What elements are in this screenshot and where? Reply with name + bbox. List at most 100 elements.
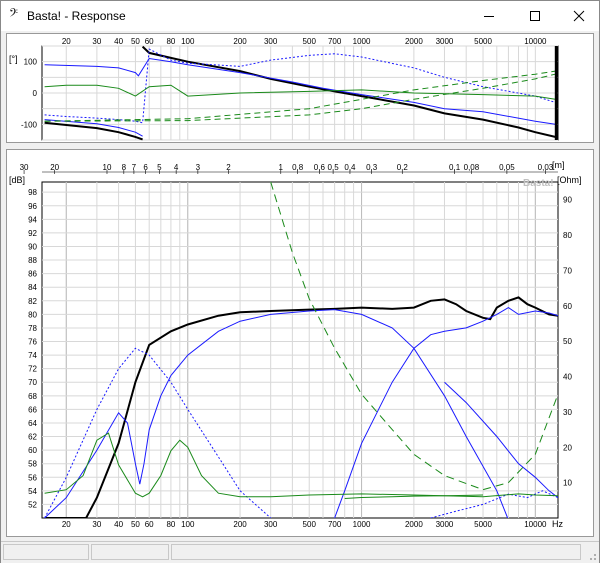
wavelength-tick: 20: [50, 163, 59, 172]
wavelength-tick: 4: [174, 163, 179, 172]
minimize-icon: [484, 16, 494, 17]
db-tick: 92: [28, 229, 37, 238]
db-tick: 96: [28, 202, 37, 211]
freq-tick: 5000: [474, 520, 492, 529]
wavelength-tick: 0,08: [464, 163, 480, 172]
phase-freq-tick: 40: [114, 37, 123, 46]
wavelength-tick: 0,4: [344, 163, 356, 172]
freq-tick: 300: [264, 520, 278, 529]
title-bar[interactable]: 𝄢 Basta! - Response: [1, 1, 599, 31]
ohm-tick: 50: [563, 337, 572, 346]
phase-freq-tick: 3000: [436, 37, 454, 46]
freq-tick: 30: [92, 520, 101, 529]
phase-freq-tick: 5000: [474, 37, 492, 46]
phase-y-tick: 100: [24, 58, 38, 67]
phase-freq-tick: 500: [303, 37, 317, 46]
db-tick: 52: [28, 500, 37, 509]
db-tick: 84: [28, 283, 37, 292]
freq-tick: 500: [303, 520, 317, 529]
db-unit-label: [dB]: [9, 175, 25, 185]
phase-freq-tick: 700: [328, 37, 342, 46]
response-plot-frame: [41, 181, 559, 519]
wavelength-tick: 2: [226, 163, 231, 172]
freq-tick: 700: [328, 520, 342, 529]
ohm-tick: 20: [563, 443, 572, 452]
status-pane-1: [3, 544, 89, 560]
db-tick: 78: [28, 324, 37, 333]
phase-freq-tick: 20: [62, 37, 71, 46]
phase-freq-tick: 10000: [524, 37, 547, 46]
db-tick: 86: [28, 270, 37, 279]
response-plot-panel[interactable]: 98 96 94 92 90 88 86 84 82 80 78 76 74 72 70 68 66 64 62 60…: [6, 149, 594, 537]
phase-freq-tick: 50: [131, 37, 140, 46]
phase-freq-tick: 100: [181, 37, 195, 46]
ohm-tick: 70: [563, 266, 572, 275]
phase-unit-label: [°]: [9, 54, 18, 64]
maximize-button[interactable]: [513, 1, 557, 31]
close-icon: [573, 10, 585, 22]
wavelength-tick: 7: [132, 163, 137, 172]
wavelength-tick: 6: [143, 163, 148, 172]
db-tick: 62: [28, 433, 37, 442]
meter-unit-label: [m]: [552, 160, 565, 170]
ohm-tick: 40: [563, 373, 572, 382]
db-tick: 66: [28, 405, 37, 414]
wavelength-tick: 0,3: [366, 163, 378, 172]
db-tick: 72: [28, 365, 37, 374]
wavelength-tick: 8: [122, 163, 127, 172]
status-pane-2: [91, 544, 169, 560]
wavelength-tick: 0,05: [499, 163, 515, 172]
wavelength-tick: 3: [196, 163, 201, 172]
wavelength-tick: 0,6: [314, 163, 326, 172]
phase-freq-tick: 80: [166, 37, 175, 46]
status-bar: [1, 541, 599, 563]
db-tick: 82: [28, 297, 37, 306]
freq-tick: 10000: [524, 520, 547, 529]
phase-y-tick: -100: [21, 120, 38, 129]
freq-tick: 1000: [353, 520, 371, 529]
response-chart[interactable]: 9896949290888684828078767472706866646260…: [7, 150, 593, 536]
phase-plot-panel[interactable]: 20 30 40 50 60 80 100 200 300 500 700 1000 2000 3000 5…: [6, 33, 594, 143]
freq-tick: 100: [181, 520, 195, 529]
wavelength-tick: 0,2: [397, 163, 409, 172]
freq-tick: 60: [145, 520, 154, 529]
wavelength-tick: 0,5: [328, 163, 340, 172]
db-tick: 74: [28, 351, 37, 360]
db-tick: 56: [28, 473, 37, 482]
phase-chart[interactable]: 20 30 40 50 60 80 100 200 300 500 700 1000 2000 3000 5…: [7, 34, 593, 142]
phase-freq-tick: 60: [145, 37, 154, 46]
db-tick: 60: [28, 446, 37, 455]
db-tick: 94: [28, 215, 37, 224]
ohm-tick: 90: [563, 196, 572, 205]
db-tick: 54: [28, 487, 37, 496]
freq-tick: 50: [131, 520, 140, 529]
wavelength-tick: 5: [157, 163, 162, 172]
phase-freq-tick: 1000: [353, 37, 371, 46]
ohm-tick: 30: [563, 408, 572, 417]
close-button[interactable]: [557, 1, 600, 31]
minimize-button[interactable]: [467, 1, 511, 31]
wavelength-tick: 0,8: [292, 163, 304, 172]
freq-tick: 80: [166, 520, 175, 529]
db-tick: 80: [28, 310, 37, 319]
db-tick: 76: [28, 338, 37, 347]
ohm-tick: 60: [563, 302, 572, 311]
app-icon: 𝄢: [9, 7, 19, 23]
ohm-tick: 10: [563, 479, 572, 488]
wavelength-tick: 0,1: [449, 163, 461, 172]
resize-grip-icon[interactable]: [587, 551, 597, 561]
response-window: 𝄢 Basta! - Response 20 30 40 50 60 80 100 200 30…: [0, 0, 600, 563]
status-pane-3: [171, 544, 581, 560]
freq-tick: 20: [62, 520, 71, 529]
freq-tick: 40: [114, 520, 123, 529]
freq-tick: 2000: [405, 520, 423, 529]
db-tick: 58: [28, 460, 37, 469]
freq-tick: 3000: [436, 520, 454, 529]
window-title: Basta! - Response: [27, 9, 126, 23]
wavelength-tick: 30: [20, 163, 29, 172]
basta-watermark: Basta!: [523, 178, 554, 189]
freq-tick: 200: [233, 520, 247, 529]
db-tick: 98: [28, 188, 37, 197]
phase-freq-tick: 2000: [405, 37, 423, 46]
maximize-icon: [530, 11, 540, 21]
